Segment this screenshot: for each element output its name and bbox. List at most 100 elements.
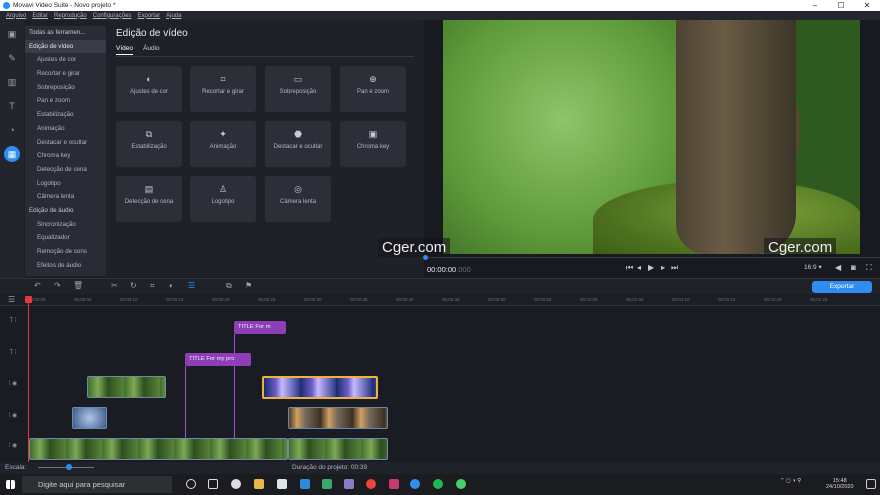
app-icon[interactable] <box>456 479 466 489</box>
tool-item[interactable]: Sobreposição <box>25 81 106 95</box>
transitions-icon[interactable]: ▥ <box>4 74 20 90</box>
playhead[interactable] <box>28 296 29 462</box>
add-track-icon[interactable]: ☰ <box>8 295 15 304</box>
fullscreen-icon[interactable]: ⛶ <box>866 263 872 273</box>
tool-item[interactable]: Animação <box>25 122 106 136</box>
overlay-clip[interactable] <box>288 407 388 429</box>
tool-item[interactable]: Sincronização <box>25 218 106 232</box>
tile-color-adjust[interactable]: ◐ Ajustes de cor <box>116 66 182 112</box>
app-icon[interactable] <box>322 479 332 489</box>
task-view-icon[interactable] <box>208 479 218 489</box>
rotate-icon[interactable]: ↻ <box>130 281 137 290</box>
tile-chroma-key[interactable]: ▣ Chroma key <box>340 121 406 167</box>
tile-logo[interactable]: ♙ Logotipo <box>190 176 256 222</box>
tool-video-header[interactable]: Edição de vídeo <box>25 39 106 54</box>
tool-item[interactable]: Logotipo <box>25 177 106 191</box>
minimize-icon[interactable]: – <box>802 1 828 10</box>
movavi-taskbar-icon[interactable] <box>410 479 420 489</box>
tool-item[interactable]: Recortar e girar <box>25 67 106 81</box>
magic-wand-icon[interactable]: ✎ <box>4 50 20 66</box>
tool-item[interactable]: Detecção de cena <box>25 163 106 177</box>
stickers-icon[interactable]: ◔ <box>4 122 20 138</box>
menu-exportar[interactable]: Exportar <box>137 13 160 19</box>
menu-configuracoes[interactable]: Configurações <box>93 13 132 19</box>
file-explorer-icon[interactable] <box>254 479 264 489</box>
aspect-ratio-select[interactable]: 16:9 ▾ <box>804 263 822 271</box>
tool-item[interactable]: Ajustes de cor <box>25 53 106 67</box>
export-button[interactable]: Exportar <box>812 281 872 293</box>
delete-icon[interactable]: 🗑 <box>73 281 83 290</box>
tile-animation[interactable]: ✦ Animação <box>190 121 256 167</box>
stabilize-tool-icon[interactable]: ⧉ <box>226 281 232 291</box>
tool-item[interactable]: Estabilização <box>25 108 106 122</box>
scrubber-handle[interactable] <box>423 255 428 260</box>
title-clip[interactable]: TITLE For m <box>234 321 286 334</box>
titles-icon[interactable]: T <box>4 98 20 114</box>
maximize-icon[interactable]: ☐ <box>828 1 854 10</box>
tool-item[interactable]: Câmera lenta <box>25 190 106 204</box>
video-preview[interactable] <box>443 20 860 254</box>
app-icon[interactable] <box>231 479 241 489</box>
menu-editar[interactable]: Editar <box>32 13 48 19</box>
overlay-clip[interactable] <box>72 407 107 429</box>
tab-video[interactable]: Vídeo <box>116 45 133 55</box>
taskbar-clock[interactable]: 15:48 24/10/2020 <box>826 478 854 490</box>
title-clip[interactable]: TITLE For my pro <box>185 353 251 366</box>
undo-icon[interactable]: ↶ <box>34 281 41 290</box>
tool-item[interactable]: Chroma key <box>25 149 106 163</box>
store-icon[interactable] <box>277 479 287 489</box>
cut-icon[interactable]: ✂ <box>111 281 118 290</box>
cortana-icon[interactable] <box>186 479 196 489</box>
skip-forward-icon[interactable]: ⏭ <box>671 263 678 273</box>
skip-back-icon[interactable]: ⏮ <box>626 263 633 273</box>
main-video-clip[interactable] <box>288 438 388 460</box>
crop-tool-icon[interactable]: ⌗ <box>150 281 155 291</box>
menu-reproducao[interactable]: Reprodução <box>54 13 87 19</box>
chrome-icon[interactable] <box>366 479 376 489</box>
menu-ajuda[interactable]: Ajuda <box>166 13 181 19</box>
app-icon[interactable] <box>389 479 399 489</box>
overlay-clip-selected[interactable] <box>262 376 378 399</box>
tile-slow-motion[interactable]: ◎ Câmera lenta <box>265 176 331 222</box>
import-icon[interactable]: ▣ <box>4 26 20 42</box>
volume-icon[interactable]: ◀ <box>835 263 841 272</box>
scale-slider-handle[interactable] <box>66 464 72 470</box>
tile-stabilization[interactable]: ⧉ Estabilização <box>116 121 182 167</box>
snapshot-icon[interactable]: ◙ <box>851 263 856 272</box>
overlay-clip[interactable] <box>87 376 166 398</box>
tool-item[interactable]: Equalizador <box>25 231 106 245</box>
tray-icons[interactable]: ⌃ ◻ ◑ ⚲ <box>780 478 801 484</box>
more-tools-icon[interactable]: ▦ <box>4 146 20 162</box>
spotify-icon[interactable] <box>433 479 443 489</box>
video-track-controls[interactable]: ⁞ ◉ <box>0 412 26 419</box>
tool-item[interactable]: Remoção de sons <box>25 245 106 259</box>
menu-arquivo[interactable]: Arquivo <box>6 13 26 19</box>
taskbar-search[interactable]: Digite aqui para pesquisar <box>22 476 172 493</box>
mail-icon[interactable] <box>300 479 310 489</box>
tile-overlay[interactable]: ▭ Sobreposição <box>265 66 331 112</box>
preview-scrubber[interactable] <box>424 257 880 258</box>
color-tool-icon[interactable]: ◐ <box>169 281 174 290</box>
redo-icon[interactable]: ↷ <box>54 281 61 290</box>
next-frame-icon[interactable]: ▸ <box>661 263 665 272</box>
playhead-handle[interactable] <box>25 296 32 303</box>
windows-start-icon[interactable] <box>6 480 15 489</box>
tool-audio-header[interactable]: Edição de áudio <box>25 204 106 218</box>
main-video-clip[interactable] <box>29 438 288 460</box>
tool-item[interactable]: Efeitos de áudio <box>25 259 106 273</box>
tool-all[interactable]: Todas as ferramen... <box>25 26 106 40</box>
clip-properties-icon[interactable]: ☰ <box>188 281 195 290</box>
close-icon[interactable]: ✕ <box>854 1 880 10</box>
notifications-icon[interactable] <box>866 479 876 489</box>
video-track-controls[interactable]: ⁞ ◉ <box>0 380 26 387</box>
marker-icon[interactable]: ⚑ <box>245 281 252 290</box>
main-track-controls[interactable]: ⁞ ◉ <box>0 442 26 449</box>
tile-crop-rotate[interactable]: ⌗ Recortar e girar <box>190 66 256 112</box>
play-icon[interactable]: ▶ <box>648 263 654 272</box>
app-icon[interactable] <box>344 479 354 489</box>
tile-pan-zoom[interactable]: ⊕ Pan e zoom <box>340 66 406 112</box>
tile-highlight-conceal[interactable]: ⬣ Destacar e ocultar <box>265 121 331 167</box>
tool-item[interactable]: Pan e zoom <box>25 94 106 108</box>
prev-frame-icon[interactable]: ◂ <box>637 263 641 272</box>
tab-audio[interactable]: Áudio <box>143 45 160 55</box>
